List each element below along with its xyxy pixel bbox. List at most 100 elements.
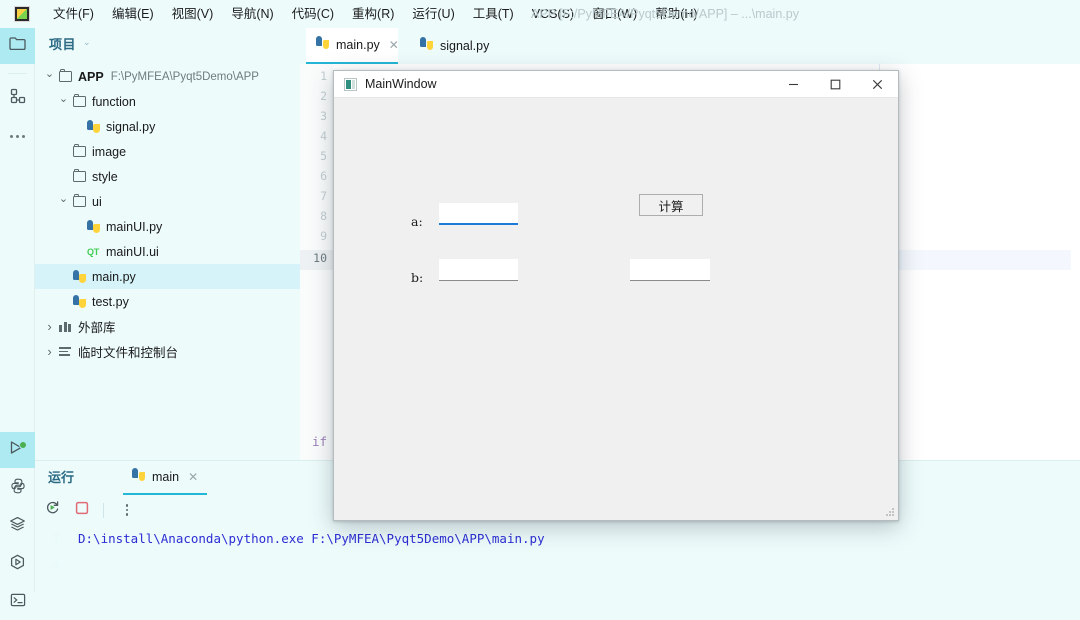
menu-help[interactable]: 帮助(H): [646, 0, 706, 28]
label-a: a:: [411, 214, 423, 229]
result-field[interactable]: [630, 259, 710, 281]
python-file-icon: [84, 220, 102, 233]
folder-icon: [70, 143, 88, 157]
rail-project[interactable]: [0, 28, 35, 64]
tree-item-image[interactable]: image: [35, 139, 300, 164]
pycharm-logo-icon: [14, 6, 30, 22]
menu-vcs[interactable]: VCS(S): [523, 0, 583, 28]
menu-refactor[interactable]: 重构(R): [343, 0, 403, 28]
menu-code[interactable]: 代码(C): [283, 0, 343, 28]
menu-window[interactable]: 窗口(W): [583, 0, 646, 28]
tree-item-app[interactable]: APP F:\PyMFEA\Pyqt5Demo\APP: [35, 64, 300, 89]
previous-occurrence-button[interactable]: [43, 527, 69, 553]
menu-navigate[interactable]: 导航(N): [222, 0, 282, 28]
tree-item-scratches[interactable]: 临时文件和控制台: [35, 339, 300, 364]
rail-run[interactable]: [0, 432, 35, 468]
terminal-icon: [10, 592, 26, 613]
maximize-button[interactable]: [814, 71, 856, 98]
rail-terminal[interactable]: [0, 584, 35, 620]
current-line-number: 10: [313, 251, 327, 265]
close-icon[interactable]: ✕: [389, 39, 399, 51]
tree-item-mainui-py[interactable]: mainUI.py: [35, 214, 300, 239]
rail-more[interactable]: [0, 118, 35, 154]
rail-divider: [8, 73, 27, 74]
app-window-icon: [344, 77, 357, 91]
stop-button[interactable]: [69, 497, 95, 523]
rail-debug[interactable]: [0, 546, 35, 582]
rerun-icon: [45, 500, 60, 520]
layers-icon: [9, 516, 26, 537]
menu-file[interactable]: 文件(F): [44, 0, 103, 28]
expand-arrow-icon[interactable]: [57, 195, 70, 208]
qt-file-icon: QT: [87, 246, 99, 257]
expand-arrow-icon[interactable]: [43, 70, 56, 83]
dialog-body: a: b: 计算: [334, 98, 898, 520]
expand-arrow-icon[interactable]: [57, 95, 70, 108]
mainwindow-dialog[interactable]: MainWindow a: b: 计算: [333, 70, 899, 521]
tree-item-label: mainUI.ui: [106, 244, 159, 259]
menu-bar: 文件(F) 编辑(E) 视图(V) 导航(N) 代码(C) 重构(R) 运行(U…: [0, 0, 1080, 28]
python-console-icon: [10, 478, 26, 499]
menu-tools[interactable]: 工具(T): [464, 0, 523, 28]
tree-item-function[interactable]: function: [35, 89, 300, 114]
input-a[interactable]: [439, 203, 518, 225]
tree-item-label: image: [92, 144, 127, 159]
tab-main-py[interactable]: main.py ✕: [306, 28, 399, 64]
calculate-button[interactable]: 计算: [639, 194, 703, 216]
tree-item-mainui-ui[interactable]: QT mainUI.ui: [35, 239, 300, 264]
tree-item-label: style: [92, 169, 118, 184]
more-vertical-icon: [125, 503, 129, 517]
tree-item-style[interactable]: style: [35, 164, 300, 189]
more-icon: [10, 134, 25, 138]
project-tree: APP F:\PyMFEA\Pyqt5Demo\APP function sig…: [35, 64, 300, 364]
editor-scrollbar[interactable]: [1071, 64, 1080, 460]
tree-item-main-py[interactable]: main.py: [35, 264, 300, 289]
tree-item-label: main.py: [92, 269, 136, 284]
close-icon[interactable]: ✕: [188, 471, 198, 483]
tree-item-external-libraries[interactable]: 外部库: [35, 314, 300, 339]
line-number: 8: [320, 209, 327, 223]
tree-item-path: F:\PyMFEA\Pyqt5Demo\APP: [110, 70, 259, 83]
stop-icon: [75, 501, 89, 520]
library-icon: [56, 321, 74, 332]
console-output-area[interactable]: D:\install\Anaconda\python.exe F:\PyMFEA…: [35, 525, 1080, 593]
python-file-icon: [132, 468, 145, 486]
next-occurrence-button[interactable]: [43, 553, 69, 579]
console-navigation: [43, 527, 69, 579]
more-options-button[interactable]: [114, 497, 140, 523]
collapse-arrow-icon[interactable]: [43, 319, 56, 334]
close-button[interactable]: [856, 71, 898, 98]
line-number: 1: [320, 69, 327, 83]
minimize-button[interactable]: [772, 71, 814, 98]
tree-item-label: 外部库: [78, 321, 116, 335]
tab-label: main.py: [336, 38, 380, 52]
tree-item-ui[interactable]: ui: [35, 189, 300, 214]
run-tab-main[interactable]: main ✕: [123, 461, 208, 495]
folder-icon: [70, 168, 88, 182]
input-b[interactable]: [439, 259, 518, 281]
menu-run[interactable]: 运行(U): [403, 0, 463, 28]
editor-gutter[interactable]: 1 2 3 4 5 6 7 8 9 10: [300, 64, 333, 460]
rail-python-console[interactable]: [0, 470, 35, 506]
menu-edit[interactable]: 编辑(E): [103, 0, 163, 28]
tree-item-signal-py[interactable]: signal.py: [35, 114, 300, 139]
rerun-button[interactable]: [39, 497, 65, 523]
structure-icon: [10, 88, 26, 109]
resize-grip-icon[interactable]: [885, 507, 895, 517]
run-panel-title: 运行: [48, 470, 75, 485]
collapse-arrow-icon[interactable]: [43, 344, 56, 359]
dialog-title-bar[interactable]: MainWindow: [334, 71, 898, 98]
chevron-down-icon[interactable]: ⌄: [83, 37, 91, 48]
line-number: 6: [320, 169, 327, 183]
line-number: 9: [320, 229, 327, 243]
menu-view[interactable]: 视图(V): [163, 0, 223, 28]
tree-item-label: function: [92, 94, 136, 109]
line-number: 5: [320, 149, 327, 163]
python-file-icon: [70, 270, 88, 283]
tab-signal-py[interactable]: signal.py: [410, 28, 498, 64]
project-panel-header[interactable]: 项目 ⌄: [35, 28, 300, 58]
folder-icon: [70, 193, 88, 207]
tree-item-test-py[interactable]: test.py: [35, 289, 300, 314]
rail-services[interactable]: [0, 508, 35, 544]
rail-structure[interactable]: [0, 80, 35, 116]
